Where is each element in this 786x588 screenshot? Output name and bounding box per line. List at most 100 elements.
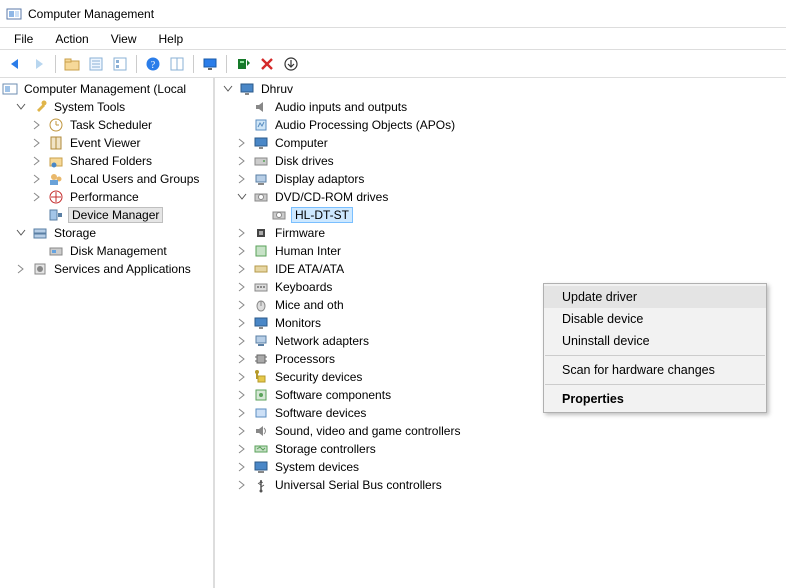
- columns-icon[interactable]: [166, 53, 188, 75]
- shared-folders-label: Shared Folders: [68, 154, 154, 168]
- cat-computer[interactable]: Computer: [215, 134, 786, 152]
- tree-storage[interactable]: Storage: [0, 224, 213, 242]
- cat-usb-label: Universal Serial Bus controllers: [273, 478, 444, 492]
- tree-root-computer-management[interactable]: Computer Management (Local: [0, 80, 213, 98]
- shared-folder-icon: [48, 153, 64, 169]
- chevron-right-icon[interactable]: [235, 172, 249, 186]
- arrow-down-circle-icon[interactable]: [280, 53, 302, 75]
- chevron-right-icon[interactable]: [14, 262, 28, 276]
- menu-properties[interactable]: Properties: [544, 388, 766, 410]
- tree-device-manager[interactable]: Device Manager: [0, 206, 213, 224]
- tree-local-users[interactable]: Local Users and Groups: [0, 170, 213, 188]
- chevron-right-icon[interactable]: [30, 136, 44, 150]
- system-tools-label: System Tools: [52, 100, 127, 114]
- window-title: Computer Management: [28, 7, 154, 21]
- tree-disk-management[interactable]: Disk Management: [0, 242, 213, 260]
- chevron-down-icon[interactable]: [14, 100, 28, 114]
- chevron-right-icon[interactable]: [235, 442, 249, 456]
- tree-event-viewer[interactable]: Event Viewer: [0, 134, 213, 152]
- scan-hardware-icon[interactable]: [232, 53, 254, 75]
- forward-button[interactable]: [28, 53, 50, 75]
- tree-performance[interactable]: Performance: [0, 188, 213, 206]
- toolbar-sep-2: [136, 55, 137, 73]
- list-icon[interactable]: [109, 53, 131, 75]
- help-icon[interactable]: ?: [142, 53, 164, 75]
- chevron-right-icon[interactable]: [30, 154, 44, 168]
- tree-task-scheduler[interactable]: Task Scheduler: [0, 116, 213, 134]
- disk-mgmt-icon: [48, 243, 64, 259]
- services-icon: [32, 261, 48, 277]
- tree-shared-folders[interactable]: Shared Folders: [0, 152, 213, 170]
- book-icon: [48, 135, 64, 151]
- sound-icon: [253, 423, 269, 439]
- cat-storage-ctrl[interactable]: Storage controllers: [215, 440, 786, 458]
- chevron-right-icon[interactable]: [235, 406, 249, 420]
- cat-dvd[interactable]: DVD/CD-ROM drives: [215, 188, 786, 206]
- chevron-right-icon[interactable]: [235, 424, 249, 438]
- chevron-down-icon[interactable]: [221, 82, 235, 96]
- chevron-down-icon[interactable]: [14, 226, 28, 240]
- device-hl-dt-st-label: HL-DT-ST: [291, 207, 353, 223]
- chevron-right-icon[interactable]: [235, 226, 249, 240]
- wrench-icon: [32, 99, 48, 115]
- folder-up-icon[interactable]: [61, 53, 83, 75]
- menu-scan-hardware[interactable]: Scan for hardware changes: [544, 359, 766, 381]
- chevron-right-icon[interactable]: [235, 154, 249, 168]
- chevron-down-icon[interactable]: [235, 190, 249, 204]
- cat-display[interactable]: Display adaptors: [215, 170, 786, 188]
- back-button[interactable]: [4, 53, 26, 75]
- device-root[interactable]: Dhruv: [215, 80, 786, 98]
- users-icon: [48, 171, 64, 187]
- cpu-icon: [253, 351, 269, 367]
- performance-icon: [48, 189, 64, 205]
- storage-label: Storage: [52, 226, 98, 240]
- delete-icon[interactable]: [256, 53, 278, 75]
- chevron-right-icon[interactable]: [30, 190, 44, 204]
- chevron-right-icon[interactable]: [235, 136, 249, 150]
- toolbar-sep: [55, 55, 56, 73]
- sheet-icon[interactable]: [85, 53, 107, 75]
- cat-usb[interactable]: Universal Serial Bus controllers: [215, 476, 786, 494]
- monitor-icon: [253, 315, 269, 331]
- menu-file[interactable]: File: [4, 30, 43, 48]
- menu-view[interactable]: View: [101, 30, 147, 48]
- chevron-right-icon[interactable]: [235, 262, 249, 276]
- cd-drive-icon: [271, 207, 287, 223]
- menu-help[interactable]: Help: [149, 30, 194, 48]
- chevron-right-icon[interactable]: [235, 280, 249, 294]
- menu-action[interactable]: Action: [45, 30, 98, 48]
- menu-disable-device[interactable]: Disable device: [544, 308, 766, 330]
- chevron-right-icon[interactable]: [30, 172, 44, 186]
- cat-dvd-label: DVD/CD-ROM drives: [273, 190, 390, 204]
- tree-system-tools[interactable]: System Tools: [0, 98, 213, 116]
- device-hl-dt-st[interactable]: HL-DT-ST: [215, 206, 786, 224]
- cat-firmware[interactable]: Firmware: [215, 224, 786, 242]
- monitor-icon[interactable]: [199, 53, 221, 75]
- cat-apos[interactable]: Audio Processing Objects (APOs): [215, 116, 786, 134]
- tree-services-apps[interactable]: Services and Applications: [0, 260, 213, 278]
- app-icon: [6, 6, 22, 22]
- chevron-right-icon[interactable]: [235, 388, 249, 402]
- cat-system-devices[interactable]: System devices: [215, 458, 786, 476]
- cat-sw-components-label: Software components: [273, 388, 393, 402]
- cat-monitors-label: Monitors: [273, 316, 323, 330]
- chevron-right-icon[interactable]: [235, 334, 249, 348]
- cat-sound[interactable]: Sound, video and game controllers: [215, 422, 786, 440]
- menu-uninstall-device[interactable]: Uninstall device: [544, 330, 766, 352]
- cat-hid[interactable]: Human Inter: [215, 242, 786, 260]
- computer-icon: [239, 81, 255, 97]
- chevron-right-icon[interactable]: [30, 118, 44, 132]
- chevron-right-icon[interactable]: [235, 244, 249, 258]
- chevron-right-icon[interactable]: [235, 478, 249, 492]
- system-device-icon: [253, 459, 269, 475]
- cat-audio-io[interactable]: Audio inputs and outputs: [215, 98, 786, 116]
- chevron-right-icon[interactable]: [235, 316, 249, 330]
- menu-update-driver[interactable]: Update driver: [544, 286, 766, 308]
- chevron-right-icon[interactable]: [235, 370, 249, 384]
- cat-ide[interactable]: IDE ATA/ATA: [215, 260, 786, 278]
- chevron-right-icon[interactable]: [235, 298, 249, 312]
- chevron-right-icon[interactable]: [235, 352, 249, 366]
- device-root-label: Dhruv: [259, 82, 295, 96]
- cat-disk-drives[interactable]: Disk drives: [215, 152, 786, 170]
- chevron-right-icon[interactable]: [235, 460, 249, 474]
